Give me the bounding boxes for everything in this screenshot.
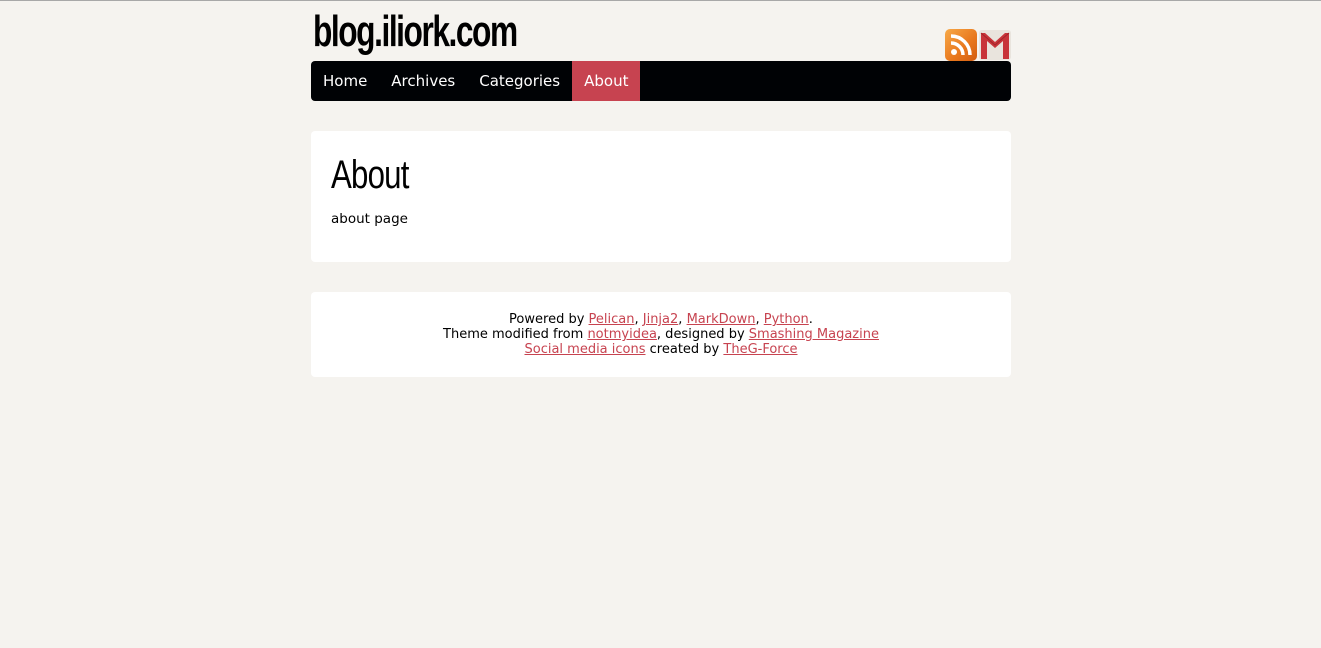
nav-item-about[interactable]: About [572,61,641,101]
footer-separator: , [678,312,687,327]
main-nav: Home Archives Categories About [311,61,1011,101]
page-body: about page [331,211,408,227]
nav-item-home[interactable]: Home [311,61,379,101]
rss-icon[interactable] [945,29,977,61]
footer-designed-label: , designed by [656,327,749,342]
footer-link-notmyidea[interactable]: notmyidea [587,327,656,342]
footer-link-smashing-magazine[interactable]: Smashing Magazine [749,327,879,342]
footer-link-theg-force[interactable]: TheG-Force [723,342,797,357]
footer-icons-line: Social media icons created by TheG-Force [311,342,1011,357]
footer-separator: , [755,312,764,327]
content-panel: About about page [311,131,1011,262]
footer: Powered by Pelican, Jinja2, MarkDown, Py… [311,292,1011,377]
footer-link-social-media-icons[interactable]: Social media icons [524,342,645,357]
footer-link-jinja2[interactable]: Jinja2 [643,312,679,327]
footer-theme-label: Theme modified from [443,327,588,342]
gmail-icon[interactable] [979,29,1011,61]
footer-powered-label: Powered by [509,312,589,327]
footer-powered-line: Powered by Pelican, Jinja2, MarkDown, Py… [311,312,1011,327]
footer-link-pelican[interactable]: Pelican [589,312,635,327]
site-title-link[interactable]: blog.iliork.com [313,6,518,58]
footer-theme-line: Theme modified from notmyidea, designed … [311,327,1011,342]
footer-link-markdown[interactable]: MarkDown [687,312,756,327]
social-links [945,29,1011,61]
nav-item-categories[interactable]: Categories [467,61,572,101]
nav-item-archives[interactable]: Archives [379,61,467,101]
footer-link-python[interactable]: Python [764,312,809,327]
footer-period: . [808,312,813,327]
footer-created-label: created by [645,342,724,357]
footer-separator: , [634,312,643,327]
page-title: About [331,153,409,197]
